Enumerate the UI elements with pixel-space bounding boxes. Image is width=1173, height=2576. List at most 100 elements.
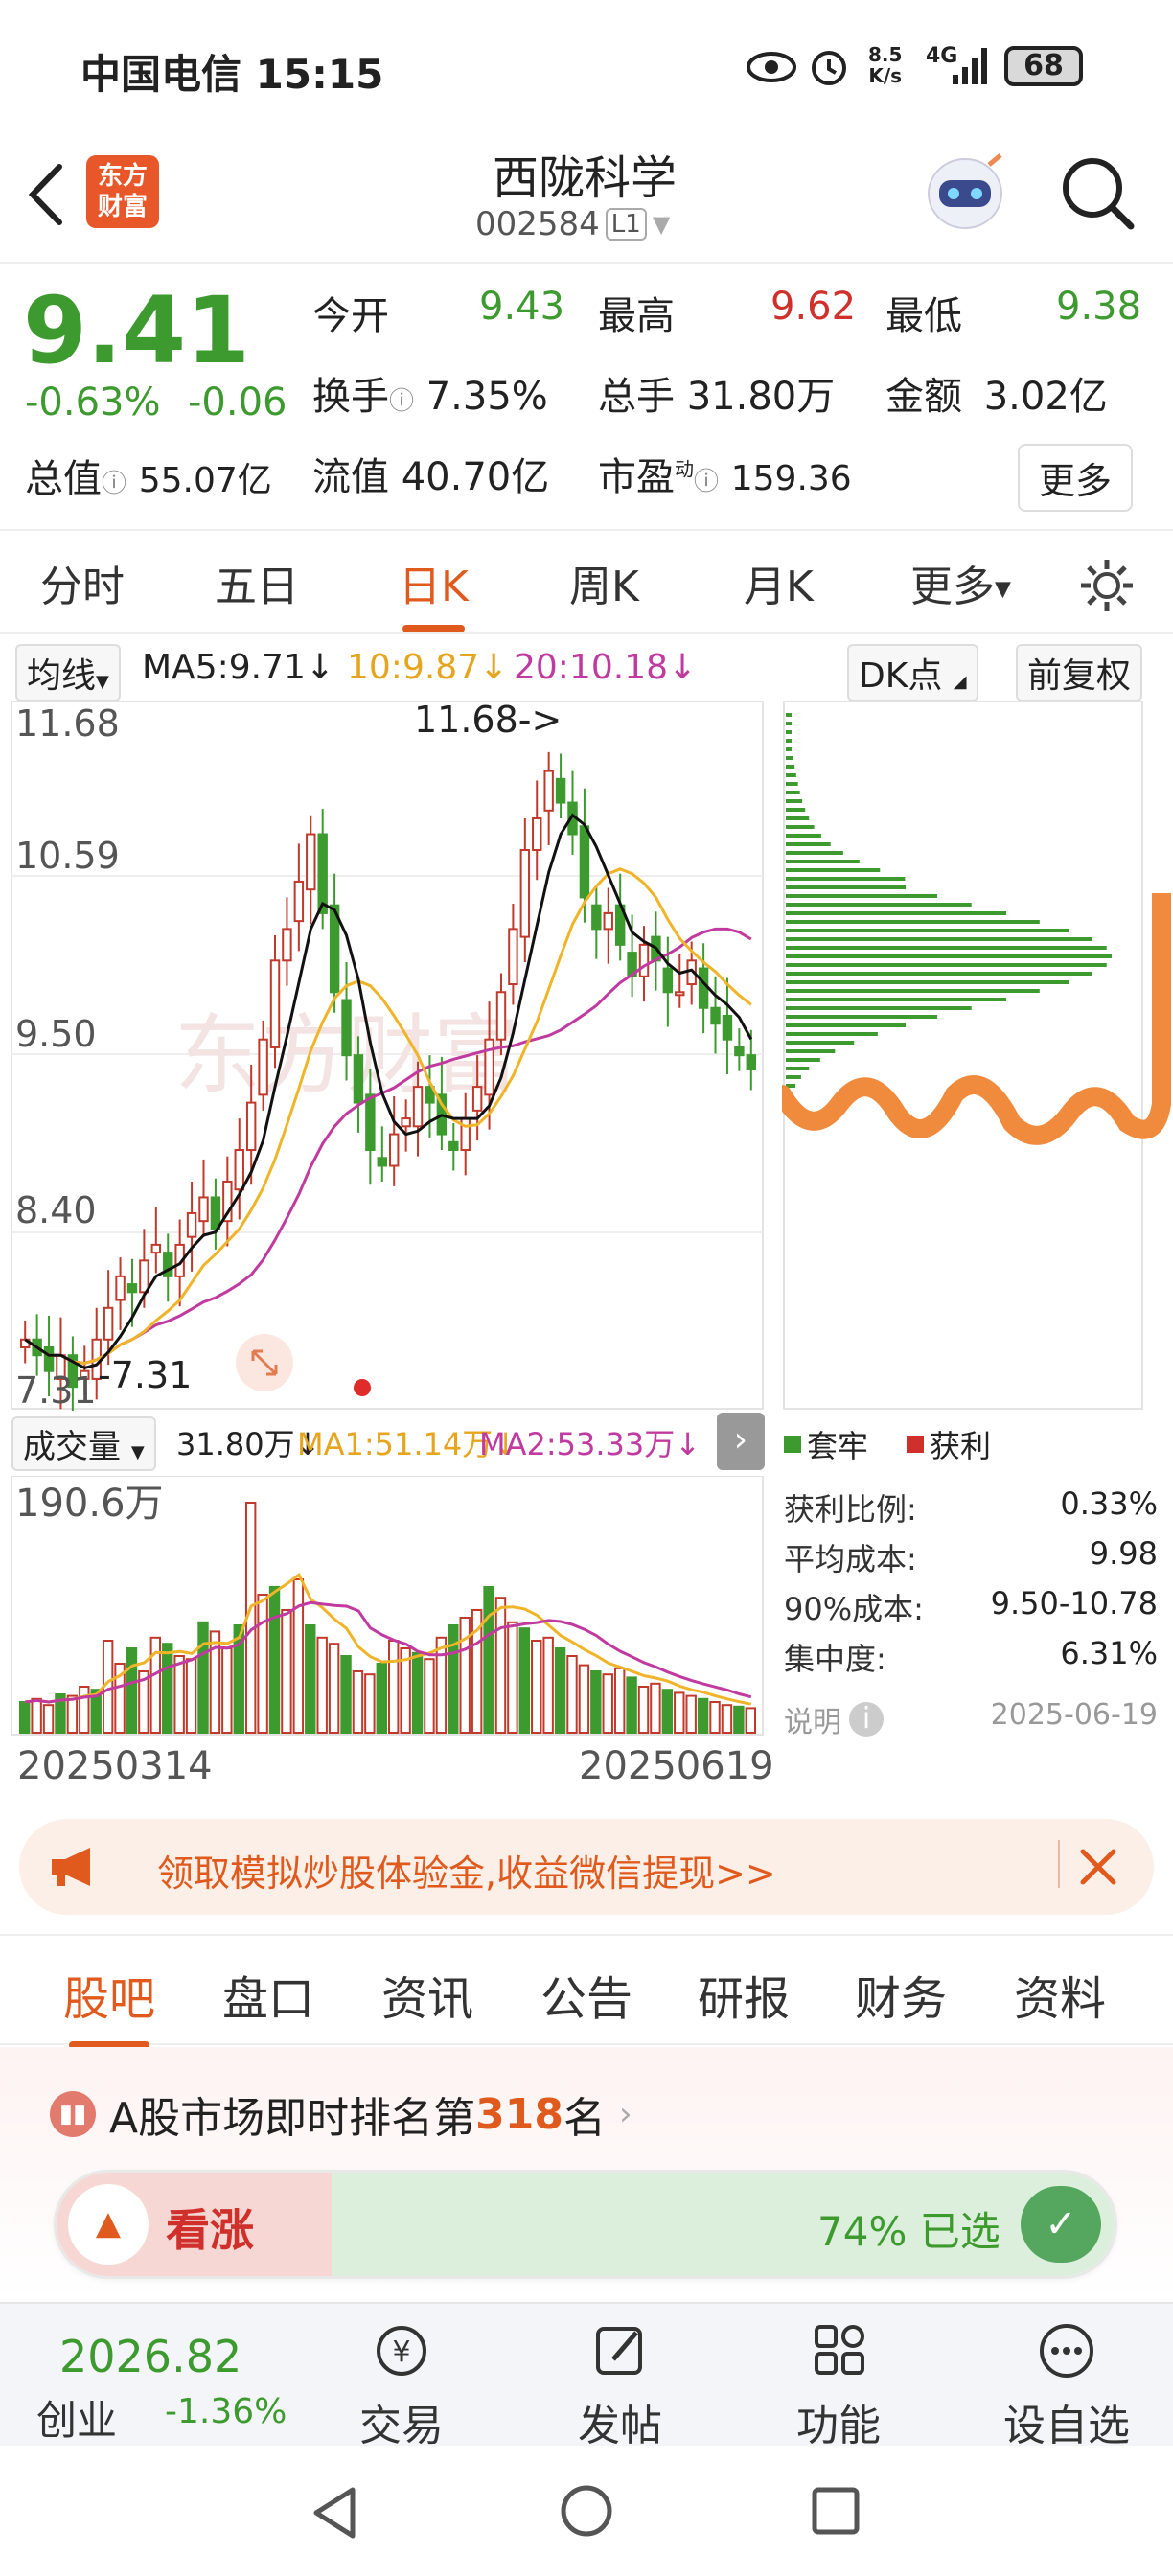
volume-chart[interactable]: 190.6万 xyxy=(12,1476,765,1736)
app-logo[interactable]: 东方 财富 xyxy=(86,155,159,228)
ma-selector[interactable]: 均线▼ xyxy=(15,644,121,702)
volume-bar xyxy=(316,1636,328,1734)
change-percent: -0.63% xyxy=(25,380,161,425)
ranking-row[interactable]: ▮▮ A股市场即时排名第 318 名 › xyxy=(50,2083,632,2145)
candle-body xyxy=(150,1243,162,1254)
chip-bar xyxy=(786,937,1092,941)
tab-news[interactable]: 资讯 xyxy=(381,1961,473,2028)
chevron-right-icon: › xyxy=(618,2095,632,2133)
chip-bar xyxy=(786,1006,972,1010)
tab-profile[interactable]: 资料 xyxy=(1014,1961,1106,2028)
chip-bar xyxy=(786,1049,836,1053)
y-label-min: 7.31 xyxy=(15,1369,97,1411)
volume-selector[interactable]: 成交量 ▼ xyxy=(12,1416,156,1471)
volume-bar xyxy=(340,1655,352,1734)
candle-body xyxy=(210,1196,221,1230)
search-icon[interactable] xyxy=(1060,155,1137,232)
candle-body xyxy=(306,833,316,891)
volume-bar xyxy=(507,1621,518,1734)
system-back-icon[interactable] xyxy=(309,2484,362,2542)
volume-bar xyxy=(554,1647,566,1734)
low-label: 最低 xyxy=(886,294,962,338)
nav-trade[interactable]: ¥ 交易 xyxy=(330,2321,473,2452)
chip-bar xyxy=(786,954,1112,958)
back-arrow-icon[interactable] xyxy=(25,161,67,228)
tab-handicap[interactable]: 盘口 xyxy=(222,1961,314,2028)
index-name[interactable]: 创业 xyxy=(36,2388,117,2447)
chip-bar xyxy=(786,972,1092,976)
concentration-label: 集中度: xyxy=(784,1641,886,1677)
volume-bar xyxy=(376,1663,388,1734)
robot-assistant-icon[interactable] xyxy=(922,146,1008,242)
volume-bar xyxy=(257,1594,268,1734)
alarm-icon xyxy=(812,51,846,85)
chip-bar xyxy=(786,851,843,855)
nav-post[interactable]: 发帖 xyxy=(548,2321,692,2452)
eye-icon xyxy=(747,52,796,82)
candle-body xyxy=(519,848,531,938)
chip-bar xyxy=(786,1067,810,1070)
chip-distribution-chart[interactable] xyxy=(782,702,1173,1411)
system-recents-icon[interactable] xyxy=(809,2484,862,2538)
y-label-2: 10.59 xyxy=(15,835,120,877)
candle-body xyxy=(722,1014,733,1041)
nav-add-watchlist[interactable]: 设自选 xyxy=(985,2321,1148,2452)
banner-divider xyxy=(1058,1840,1060,1888)
settings-gear-icon[interactable] xyxy=(1077,556,1137,615)
candle-body xyxy=(401,1117,411,1128)
tab-finance[interactable]: 财务 xyxy=(855,1961,947,2028)
chip-note[interactable]: 说明 i xyxy=(784,1698,884,1740)
nav-functions[interactable]: 功能 xyxy=(767,2321,910,2452)
tab-research[interactable]: 研报 xyxy=(698,1961,790,2028)
tab-intraday[interactable]: 分时 xyxy=(40,552,125,613)
vote-bar[interactable]: ▲ 看涨 74% 已选 ✓ xyxy=(54,2170,1117,2279)
carrier-text: 中国电信 xyxy=(80,51,242,98)
volume-bar xyxy=(721,1704,733,1734)
index-change: -1.36% xyxy=(165,2392,288,2431)
dk-point-button[interactable]: DK点 ◢ xyxy=(847,644,978,702)
chip-bar xyxy=(786,773,796,777)
megaphone-icon xyxy=(52,1848,90,1886)
high-label: 最高 xyxy=(598,294,675,338)
volume-bar xyxy=(411,1651,424,1734)
chip-stats-panel: 套牢 获利 获利比例: 0.33% 平均成本: 9.98 90%成本: 9.50… xyxy=(782,1418,1158,1802)
candle-body xyxy=(543,770,554,812)
tab-daily-k[interactable]: 日K xyxy=(399,552,469,632)
tab-monthly-k[interactable]: 月K xyxy=(744,552,814,613)
chevron-right-icon[interactable]: › xyxy=(717,1413,765,1470)
more-button[interactable]: 更多 xyxy=(1018,444,1134,512)
mcap-label: 总值 xyxy=(25,457,102,501)
clock-text: 15:15 xyxy=(255,51,384,98)
candle-body xyxy=(495,991,507,1041)
candle-body xyxy=(448,1140,459,1152)
volume-bar xyxy=(494,1597,507,1734)
tab-guba[interactable]: 股吧 xyxy=(63,1961,155,2049)
chip-bar xyxy=(786,920,1040,924)
tab-weekly-k[interactable]: 周K xyxy=(569,552,639,613)
chip-bar xyxy=(786,713,792,717)
low-value: 9.38 xyxy=(1056,285,1142,329)
candle-body xyxy=(103,1306,114,1341)
stock-code-row[interactable]: 002584 L1 ▼ xyxy=(475,205,670,243)
promo-banner[interactable]: 领取模拟炒股体验金,收益微信提现>> xyxy=(19,1819,1154,1915)
system-home-icon[interactable] xyxy=(558,2482,615,2540)
index-value[interactable]: 2026.82 xyxy=(59,2331,242,2382)
avg-cost-value: 9.98 xyxy=(1089,1535,1158,1572)
turnover: 换手ⓘ 7.35% xyxy=(312,365,548,421)
tab-five-day[interactable]: 五日 xyxy=(215,552,299,613)
candle-body xyxy=(532,817,542,851)
caret-down-icon: ▼ xyxy=(652,211,671,238)
volume-header: 成交量 ▼ 31.80万↓ MA1:51.14万↓ MA2:53.33万↓ › xyxy=(12,1413,765,1471)
adjust-button[interactable]: 前复权 xyxy=(1016,644,1143,702)
chip-bar xyxy=(786,799,803,803)
close-icon[interactable] xyxy=(1077,1846,1119,1888)
candle-body xyxy=(472,1086,483,1112)
volume-bar xyxy=(435,1636,448,1734)
kline-chart[interactable]: 东方财富 11.68 10.59 9.50 8.40 7.31 11.68-> … xyxy=(12,702,765,1411)
chip-bar xyxy=(786,894,938,898)
tab-more[interactable]: 更多▼ xyxy=(910,552,1011,613)
tab-announcements[interactable]: 公告 xyxy=(540,1961,632,2028)
pe-label: 市盈 xyxy=(598,455,675,499)
grid-icon xyxy=(815,2325,864,2375)
ma-toolbar: 均线▼ MA5:9.71↓ 10:9.87↓ 20:10.18↓ DK点 ◢ 前… xyxy=(0,640,1173,702)
